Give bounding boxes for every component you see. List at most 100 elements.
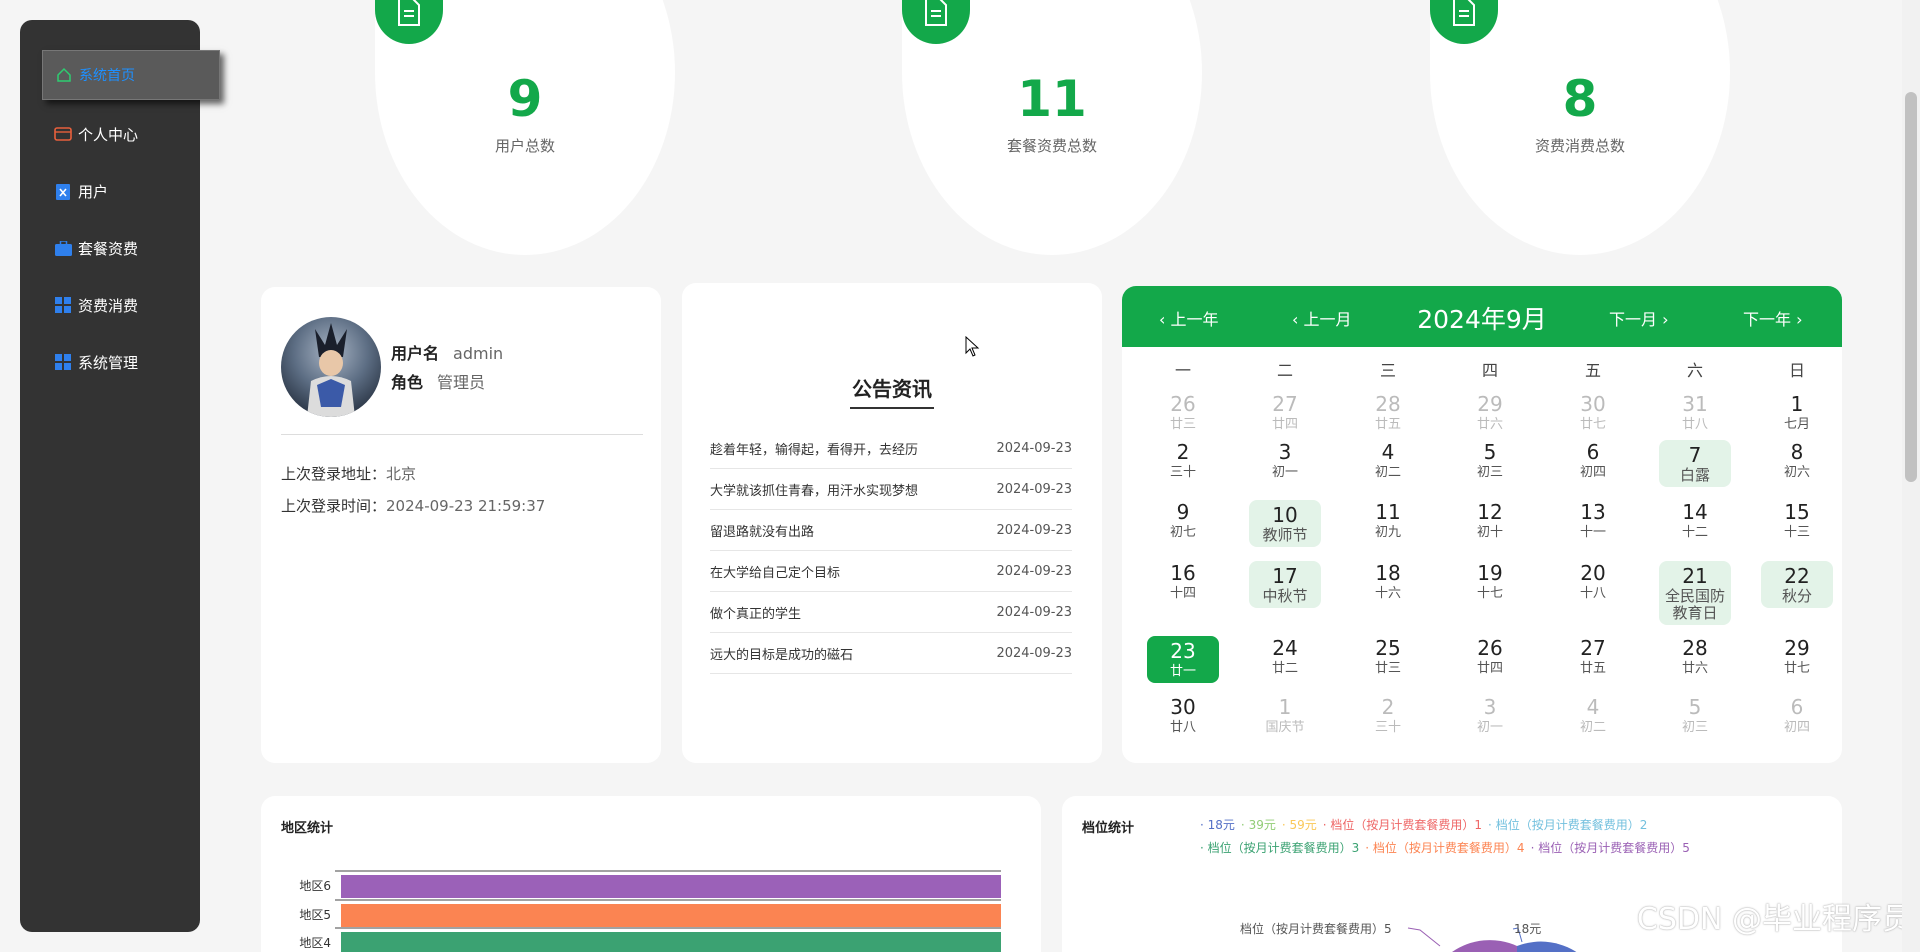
last-login-time-value: 2024-09-23 21:59:37 [386, 497, 546, 515]
calendar-day[interactable]: 25 廿三 [1352, 636, 1424, 677]
scrollbar-thumb[interactable] [1905, 92, 1917, 482]
calendar-day[interactable]: 4 初二 [1557, 695, 1629, 736]
day-lunar: 初一 [1476, 720, 1503, 735]
calendar-day[interactable]: 24 廿二 [1249, 636, 1321, 677]
prev-year-label: 上一年 [1170, 310, 1219, 329]
calendar-day[interactable]: 26 廿三 [1147, 392, 1219, 433]
calendar-day[interactable]: 11 初九 [1352, 500, 1424, 541]
notice-item[interactable]: 留退路就没有出路 2024-09-23 [710, 510, 1072, 551]
sidebar: 系统首页 个人中心 用户 套餐资费 资费消费 系统管理 [20, 20, 220, 932]
notice-item[interactable]: 远大的目标是成功的磁石 2024-09-23 [710, 633, 1072, 674]
calendar-day[interactable]: 26 廿四 [1454, 636, 1526, 677]
calendar-day[interactable]: 6 初四 [1557, 440, 1629, 481]
sidebar-item-home[interactable]: 系统首页 [42, 50, 220, 100]
calendar-day[interactable]: 3 初一 [1249, 440, 1321, 481]
day-number: 7 [1688, 443, 1702, 467]
day-number: 21 [1682, 564, 1708, 588]
calendar-day[interactable]: 29 廿六 [1454, 392, 1526, 433]
calendar-day[interactable]: 12 初十 [1454, 500, 1526, 541]
prev-year-button[interactable]: ‹ 上一年 [1159, 306, 1219, 330]
sidebar-item-packages[interactable]: 套餐资费 [20, 224, 200, 272]
calendar-day[interactable]: 22 秋分 [1761, 561, 1833, 608]
calendar-day[interactable]: 1 七月 [1761, 392, 1833, 433]
day-lunar: 初二 [1374, 465, 1401, 480]
calendar-day[interactable]: 18 十六 [1352, 561, 1424, 602]
calendar-day[interactable]: 2 三十 [1147, 440, 1219, 481]
day-lunar: 廿七 [1579, 417, 1606, 432]
last-login-time-label: 上次登录时间： [281, 497, 387, 515]
prev-month-label: 上一月 [1303, 310, 1352, 329]
calendar-day[interactable]: 30 廿七 [1557, 392, 1629, 433]
day-number: 8 [1790, 440, 1804, 464]
calendar-day[interactable]: 16 十四 [1147, 561, 1219, 602]
day-number: 5 [1688, 695, 1702, 719]
sidebar-item-system[interactable]: 系统管理 [20, 338, 200, 386]
prev-month-button[interactable]: ‹ 上一月 [1292, 306, 1352, 330]
weekday-header: 三 [1379, 361, 1396, 380]
sidebar-item-label: 用户 [78, 182, 109, 201]
calendar-day[interactable]: 5 初三 [1659, 695, 1731, 736]
day-number: 13 [1580, 500, 1606, 524]
day-lunar: 初十 [1476, 525, 1503, 540]
calendar-day[interactable]: 8 初六 [1761, 440, 1833, 481]
sidebar-item-personal-center[interactable]: 个人中心 [20, 110, 200, 158]
day-lunar: 廿六 [1476, 417, 1503, 432]
day-number: 6 [1790, 695, 1804, 719]
bar-label: 地区6 [299, 879, 331, 893]
calendar-day[interactable]: 21 全民国防教育日 [1659, 561, 1731, 625]
day-number: 29 [1477, 392, 1503, 416]
username-row: 用户名 admin [391, 340, 503, 364]
calendar-day[interactable]: 20 十八 [1557, 561, 1629, 602]
calendar-day[interactable]: 27 廿五 [1557, 636, 1629, 677]
calendar-day[interactable]: 30 廿八 [1147, 695, 1219, 736]
sidebar-item-users[interactable]: 用户 [20, 167, 200, 215]
notice-text: 大学就该抓住青春，用汗水实现梦想 [710, 483, 919, 499]
calendar-day[interactable]: 2 三十 [1352, 695, 1424, 736]
day-number: 25 [1375, 636, 1401, 660]
calendar-day[interactable]: 4 初二 [1352, 440, 1424, 481]
day-lunar: 初七 [1169, 525, 1196, 540]
calendar-day[interactable]: 6 初四 [1761, 695, 1833, 736]
stat-label: 用户总数 [494, 137, 555, 155]
day-number: 16 [1170, 561, 1196, 585]
calendar-day[interactable]: 9 初七 [1147, 500, 1219, 541]
pie-label: 18元 [1514, 922, 1542, 936]
notice-item[interactable]: 在大学给自己定个目标 2024-09-23 [710, 551, 1072, 592]
calendar-day[interactable]: 5 初三 [1454, 440, 1526, 481]
day-number: 28 [1682, 636, 1708, 660]
notice-item[interactable]: 做个真正的学生 2024-09-23 [710, 592, 1072, 633]
calendar-day[interactable]: 27 廿四 [1249, 392, 1321, 433]
notice-date: 2024-09-23 [996, 522, 1072, 538]
calendar-day[interactable]: 3 初一 [1454, 695, 1526, 736]
notice-title-underline [850, 407, 934, 409]
scrollbar[interactable] [1902, 0, 1920, 952]
next-year-button[interactable]: 下一年 › [1743, 306, 1803, 330]
day-number: 1 [1790, 392, 1804, 416]
calendar-day[interactable]: 19 十七 [1454, 561, 1526, 602]
calendar-day[interactable]: 28 廿六 [1659, 636, 1731, 677]
calendar-day[interactable]: 14 十二 [1659, 500, 1731, 541]
notice-text: 趁着年轻，输得起，看得开，去经历 [710, 442, 919, 458]
sidebar-item-label: 系统首页 [79, 68, 135, 84]
day-lunar: 廿四 [1476, 661, 1503, 676]
calendar-day[interactable]: 29 廿七 [1761, 636, 1833, 677]
home-icon [55, 66, 73, 84]
next-month-button[interactable]: 下一月 › [1609, 306, 1669, 330]
calendar-day[interactable]: 1 国庆节 [1249, 695, 1321, 736]
calendar-day[interactable]: 17 中秋节 [1249, 561, 1321, 608]
role-row: 角色 管理员 [391, 369, 485, 393]
calendar-day[interactable]: 28 廿五 [1352, 392, 1424, 433]
notice-item[interactable]: 趁着年轻，输得起，看得开，去经历 2024-09-23 [710, 428, 1072, 469]
day-number: 3 [1278, 440, 1292, 464]
notice-item[interactable]: 大学就该抓住青春，用汗水实现梦想 2024-09-23 [710, 469, 1072, 510]
day-lunar: 廿五 [1579, 661, 1606, 676]
day-lunar: 三十 [1169, 465, 1196, 480]
calendar-day[interactable]: 10 教师节 [1249, 500, 1321, 547]
calendar-day[interactable]: 31 廿八 [1659, 392, 1731, 433]
calendar-day[interactable]: 15 十三 [1761, 500, 1833, 541]
pie-label: 档位（按月计费套餐费用）5 [1240, 922, 1392, 936]
sidebar-item-consumption[interactable]: 资费消费 [20, 281, 200, 329]
calendar-day[interactable]: 13 十一 [1557, 500, 1629, 541]
calendar-day[interactable]: 23 廿一 [1147, 636, 1219, 683]
calendar-day[interactable]: 7 白露 [1659, 440, 1731, 487]
